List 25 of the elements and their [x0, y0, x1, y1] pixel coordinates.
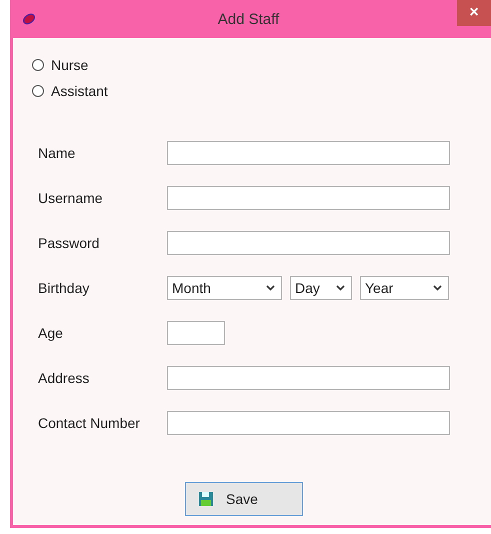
- field-label: Contact Number: [38, 415, 141, 431]
- dropdown[interactable]: Year: [360, 276, 449, 300]
- field-label: Address: [38, 370, 90, 386]
- field-label: Age: [38, 325, 64, 341]
- dropdown[interactable]: Month: [167, 276, 282, 300]
- input-field[interactable]: [167, 366, 450, 390]
- input-field[interactable]: [167, 141, 450, 165]
- dropdown[interactable]: Day: [290, 276, 352, 300]
- field-label: Birthday: [38, 280, 90, 296]
- input-field[interactable]: [167, 411, 450, 435]
- chevron-down-icon: [336, 285, 345, 291]
- close-button[interactable]: ×: [457, 0, 491, 26]
- app-icon: [22, 12, 36, 26]
- input-field[interactable]: [167, 186, 450, 210]
- field-label: Name: [38, 145, 76, 161]
- field-label: Password: [38, 235, 100, 251]
- window-title: Add Staff: [216, 10, 280, 28]
- chevron-down-icon: [266, 285, 275, 291]
- input-field[interactable]: [167, 231, 450, 255]
- input-field[interactable]: [167, 321, 225, 345]
- radio-option[interactable]: Assistant: [32, 78, 108, 104]
- radio-option[interactable]: Nurse: [32, 52, 88, 78]
- field-label: Username: [38, 190, 104, 206]
- chevron-down-icon: [433, 285, 442, 291]
- save-button[interactable]: Save: [185, 482, 303, 516]
